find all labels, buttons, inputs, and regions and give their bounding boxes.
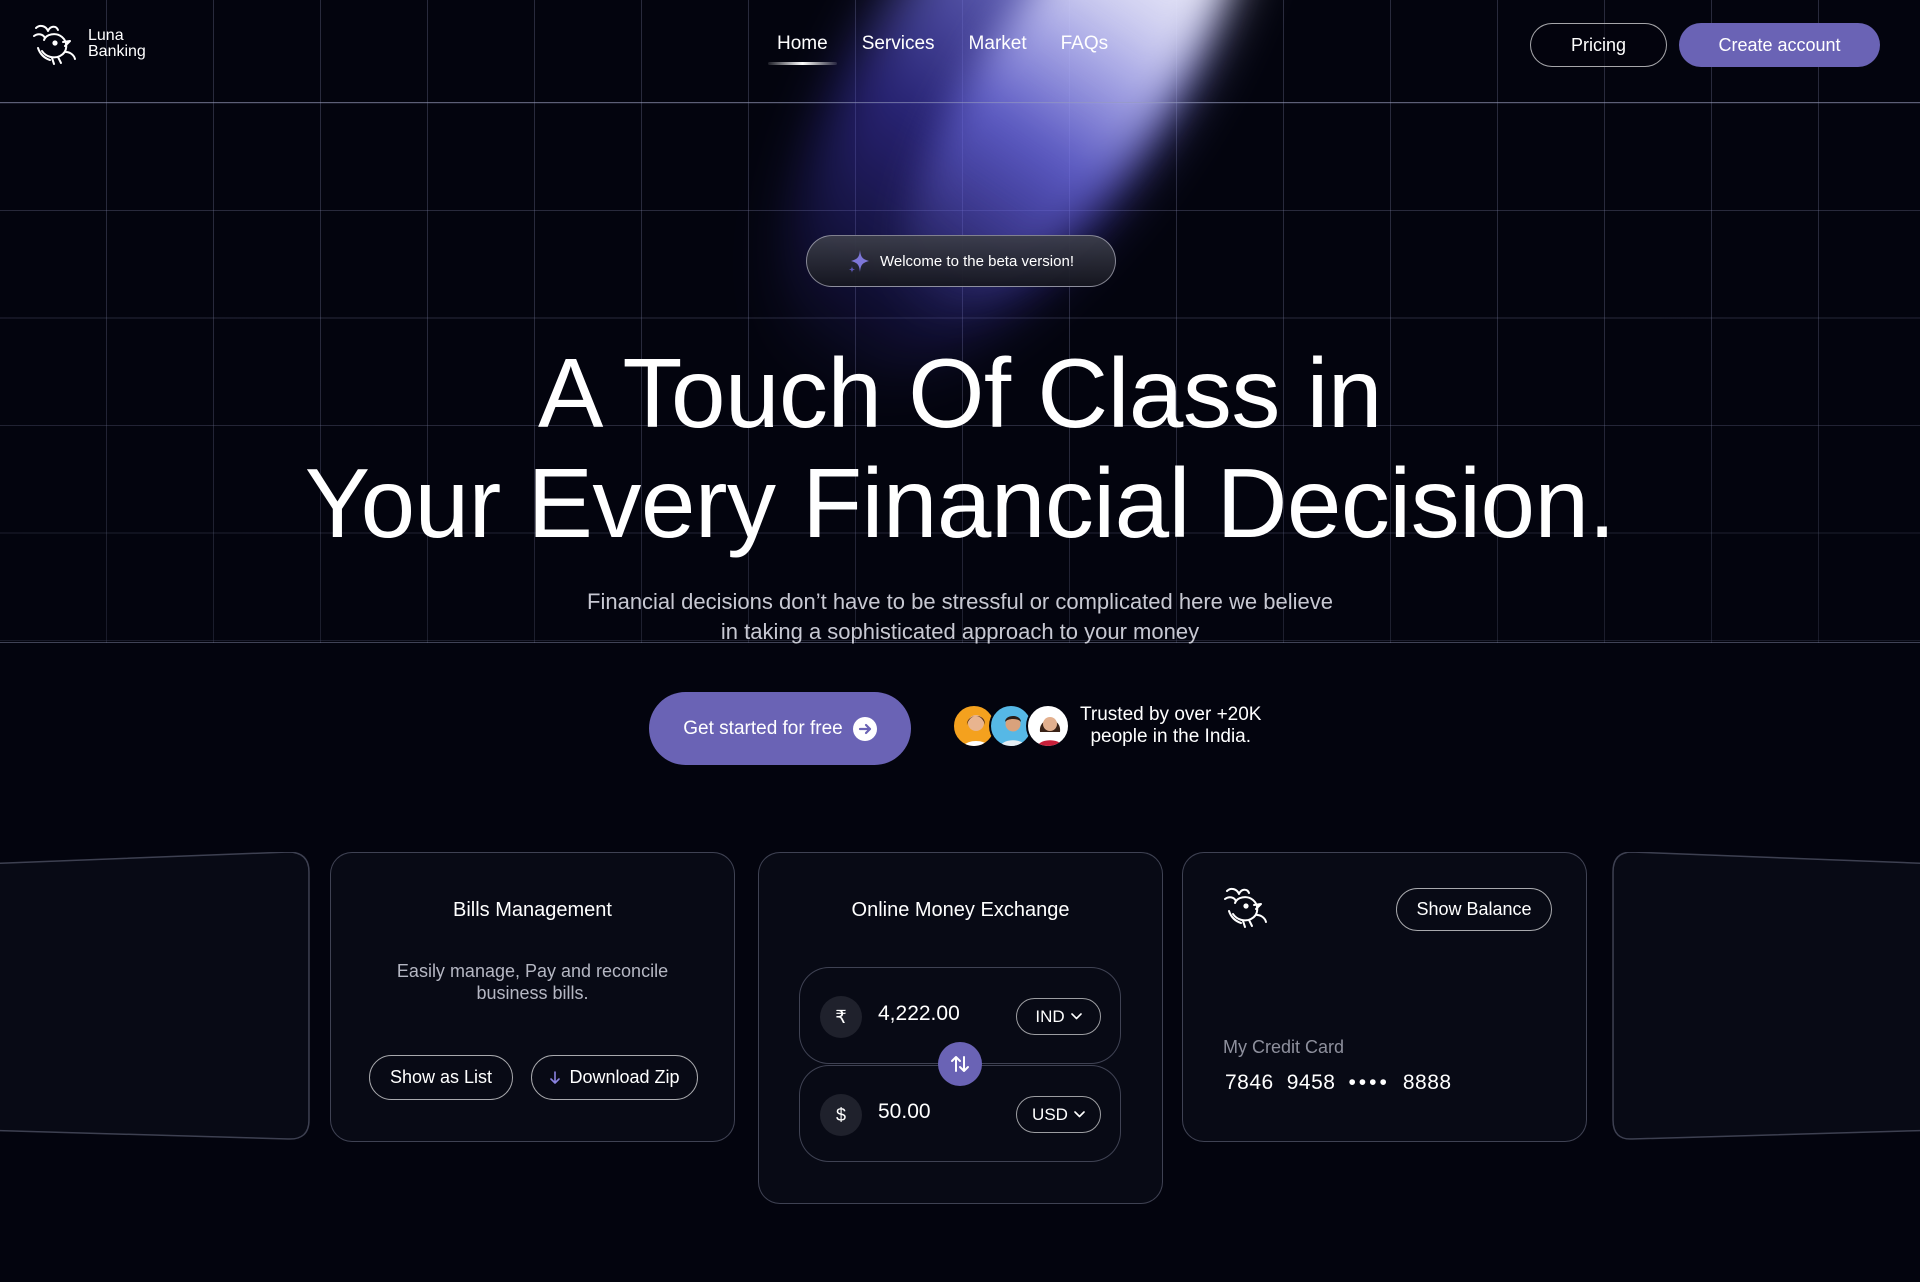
swap-arrows-icon bbox=[951, 1056, 969, 1072]
download-arrow-icon bbox=[550, 1070, 561, 1084]
nav-link-home[interactable]: Home bbox=[760, 32, 845, 66]
sparkle-icon bbox=[849, 250, 869, 273]
nav-link-faqs[interactable]: FAQs bbox=[1044, 32, 1126, 66]
brand-name-line2: Banking bbox=[88, 43, 146, 60]
download-zip-button[interactable]: Download Zip bbox=[531, 1055, 698, 1100]
avatar bbox=[1026, 704, 1070, 748]
bills-card-description: Easily manage, Pay and reconcile busines… bbox=[331, 960, 734, 1004]
exchange-to-amount[interactable]: 50.00 bbox=[878, 1100, 931, 1124]
avatar-group bbox=[952, 704, 1070, 748]
hero-subtitle-line1: Financial decisions don’t have to be str… bbox=[587, 589, 1333, 614]
get-started-button[interactable]: Get started for free bbox=[649, 692, 911, 765]
exchange-to-currency-select[interactable]: USD bbox=[1016, 1096, 1101, 1133]
brand-name-line1: Luna bbox=[88, 27, 124, 44]
side-card-left bbox=[0, 852, 310, 1140]
exchange-from-currency: IND bbox=[1035, 1006, 1065, 1026]
show-as-list-button[interactable]: Show as List bbox=[369, 1055, 513, 1100]
card-number-last4: 8888 bbox=[1402, 1071, 1452, 1094]
nav-link-market[interactable]: Market bbox=[952, 32, 1044, 66]
credit-card: Show Balance My Credit Card 7846 9458 ••… bbox=[1182, 852, 1587, 1142]
luna-bird-icon bbox=[1224, 887, 1267, 928]
swap-currency-button[interactable] bbox=[938, 1042, 982, 1086]
side-card-right bbox=[1612, 852, 1920, 1140]
nav-link-services[interactable]: Services bbox=[845, 32, 952, 66]
rupee-icon: ₹ bbox=[820, 996, 862, 1038]
hero-subtitle: Financial decisions don’t have to be str… bbox=[540, 587, 1380, 647]
bills-desc-line1: Easily manage, Pay and reconcile bbox=[396, 961, 669, 981]
download-zip-label: Download Zip bbox=[569, 1067, 680, 1087]
trusted-text: Trusted by over +20K people in the India… bbox=[1080, 704, 1261, 748]
luna-bird-icon bbox=[33, 24, 76, 65]
show-balance-button[interactable]: Show Balance bbox=[1396, 888, 1552, 931]
credit-card-label: My Credit Card bbox=[1223, 1037, 1345, 1057]
dollar-icon: $ bbox=[820, 1094, 862, 1136]
create-account-button[interactable]: Create account bbox=[1679, 23, 1880, 67]
trusted-by: Trusted by over +20K people in the India… bbox=[952, 704, 1261, 748]
card-number-part1: 7846 bbox=[1225, 1071, 1274, 1094]
exchange-card-title: Online Money Exchange bbox=[851, 899, 1070, 921]
beta-badge-text: Welcome to the beta version! bbox=[880, 252, 1074, 270]
beta-badge[interactable]: Welcome to the beta version! bbox=[806, 235, 1116, 287]
brand-logo[interactable]: Luna Banking bbox=[30, 22, 146, 66]
header-divider bbox=[0, 102, 1920, 103]
hero-title: A Touch Of Class in Your Every Financial… bbox=[0, 338, 1920, 558]
pricing-button[interactable]: Pricing bbox=[1530, 23, 1667, 67]
trusted-line2: people in the India. bbox=[1090, 726, 1252, 747]
bills-desc-line2: business bills. bbox=[476, 983, 589, 1003]
hero-subtitle-line2: in taking a sophisticated approach to yo… bbox=[720, 619, 1200, 644]
exchange-to-currency: USD bbox=[1032, 1104, 1068, 1124]
money-exchange-card: Online Money Exchange ₹ 4,222.00 IND $ 5… bbox=[758, 852, 1163, 1204]
bills-card-title: Bills Management bbox=[453, 899, 612, 921]
card-number-masked: •••• bbox=[1348, 1071, 1390, 1094]
nav-links: Home Services Market FAQs bbox=[760, 32, 1125, 66]
exchange-from-amount[interactable]: 4,222.00 bbox=[878, 1002, 960, 1026]
chevron-down-icon bbox=[1070, 1013, 1082, 1020]
show-as-list-label: Show as List bbox=[389, 1067, 493, 1087]
get-started-label: Get started for free bbox=[683, 717, 843, 739]
top-navigation: Luna Banking Home Services Market FAQs P… bbox=[0, 0, 1920, 102]
credit-card-number: 7846 9458 •••• 8888 bbox=[1225, 1071, 1452, 1095]
bills-management-card: Bills Management Easily manage, Pay and … bbox=[330, 852, 735, 1142]
chevron-down-icon bbox=[1074, 1111, 1085, 1118]
card-number-part2: 9458 bbox=[1286, 1071, 1336, 1094]
show-balance-label: Show Balance bbox=[1416, 899, 1532, 919]
hero-title-line2: Your Every Financial Decision. bbox=[304, 448, 1616, 558]
exchange-from-currency-select[interactable]: IND bbox=[1016, 998, 1101, 1035]
arrow-right-icon bbox=[852, 716, 877, 741]
hero-title-line1: A Touch Of Class in bbox=[538, 338, 1382, 448]
trusted-line1: Trusted by over +20K bbox=[1080, 704, 1262, 725]
